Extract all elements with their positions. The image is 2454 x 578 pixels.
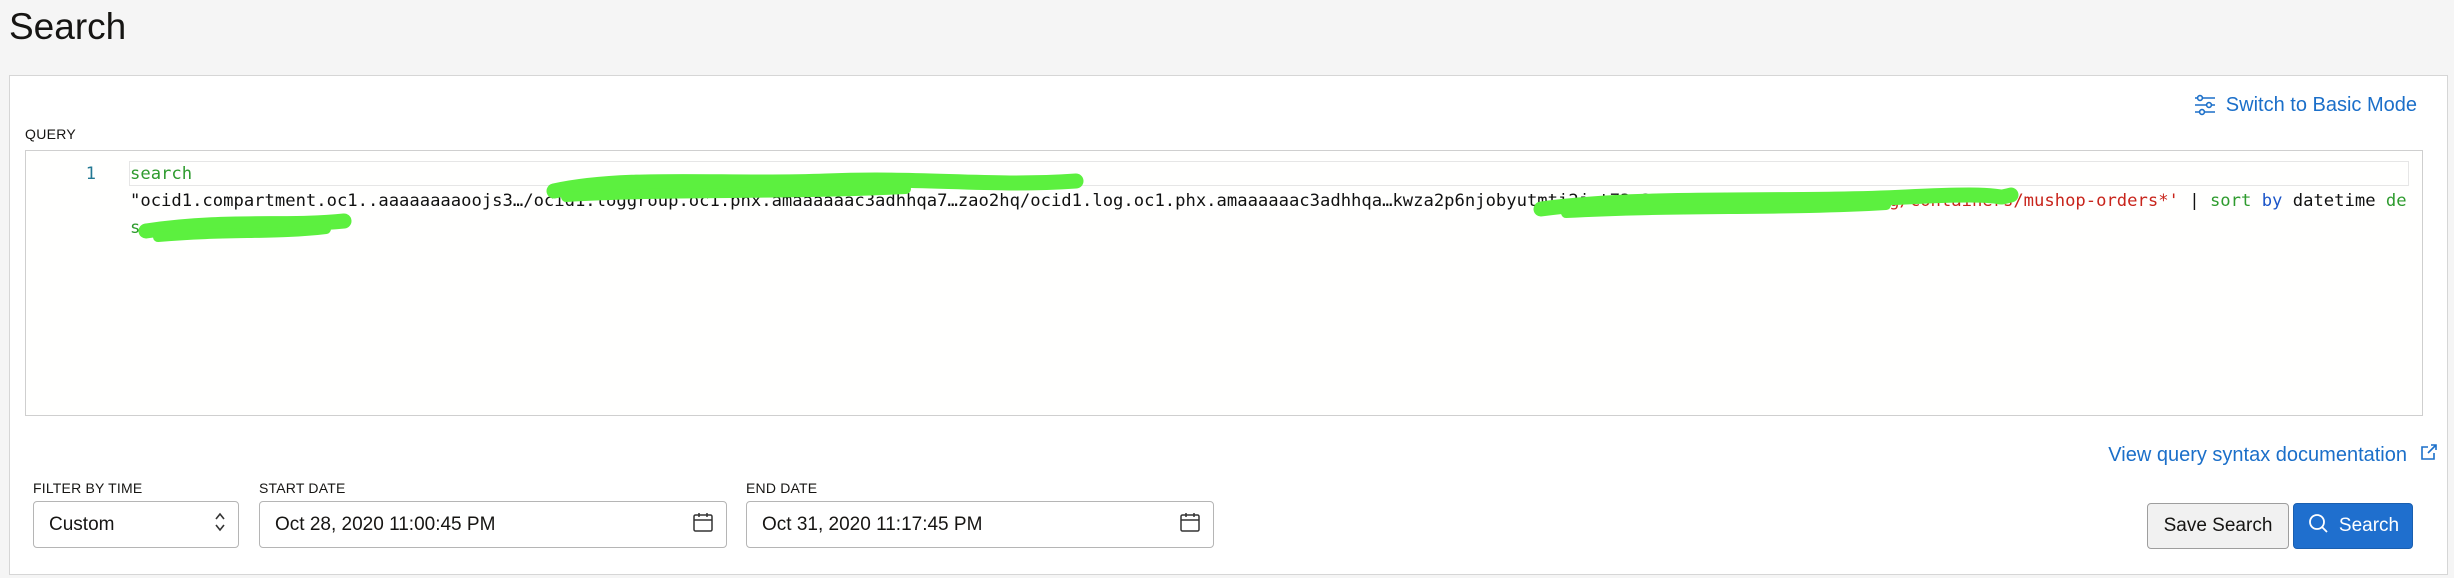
switch-mode-label: Switch to Basic Mode: [2225, 93, 2417, 116]
filter-by-time-label: FILTER BY TIME: [33, 480, 143, 496]
view-query-syntax-link[interactable]: View query syntax documentation: [2108, 442, 2439, 468]
end-date-label: END DATE: [746, 480, 818, 496]
start-date-input[interactable]: Oct 28, 2020 11:00:45 PM: [259, 501, 727, 548]
search-icon: [2307, 512, 2329, 540]
save-search-button[interactable]: Save Search: [2147, 503, 2289, 549]
calendar-icon[interactable]: [1179, 511, 1201, 539]
query-section-label: QUERY: [25, 126, 77, 142]
page-title: Search: [9, 6, 127, 47]
search-card: Switch to Basic Mode QUERY 1 search "oci…: [9, 75, 2448, 575]
doc-link-label: View query syntax documentation: [2108, 443, 2407, 466]
select-arrows-icon: [214, 511, 226, 539]
calendar-icon[interactable]: [692, 511, 714, 539]
redaction-scribble: [138, 172, 2019, 242]
switch-to-basic-mode-link[interactable]: Switch to Basic Mode: [2193, 93, 2417, 117]
start-date-label: START DATE: [259, 480, 346, 496]
end-date-value: Oct 31, 2020 11:17:45 PM: [762, 513, 983, 535]
search-button-label: Search: [2338, 515, 2400, 536]
external-link-icon: [2419, 442, 2439, 468]
search-button[interactable]: Search: [2293, 503, 2413, 549]
query-editor[interactable]: 1 search "ocid1.compartment.oc1..aaaaaaa…: [25, 150, 2423, 416]
sliders-icon: [2193, 93, 2217, 117]
end-date-input[interactable]: Oct 31, 2020 11:17:45 PM: [746, 501, 1214, 548]
filter-by-time-value: Custom: [49, 513, 115, 535]
filter-by-time-select[interactable]: Custom: [33, 501, 239, 548]
start-date-value: Oct 28, 2020 11:00:45 PM: [275, 513, 496, 535]
